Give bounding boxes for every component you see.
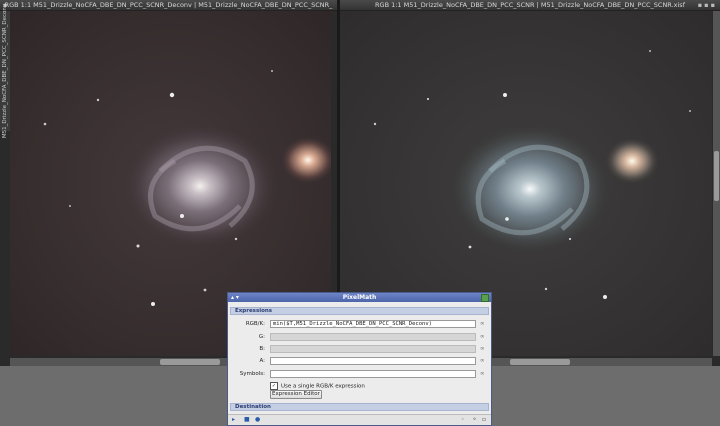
a-label: A: [259, 358, 265, 364]
b-label: B: [259, 346, 265, 352]
dialog-close-icon[interactable] [481, 294, 489, 302]
right-vertical-scrollbar[interactable] [713, 11, 720, 356]
left-window-title: RGB 1:1 M51_Drizzle_NoCFA_DBE_DN_PCC_SCN… [4, 1, 333, 9]
pixelmath-titlebar[interactable]: ▴ ▾ PixelMath [228, 293, 491, 302]
destination-section-header[interactable]: Destination [230, 403, 489, 411]
symbols-field[interactable] [270, 370, 476, 378]
symbols-row: Symbols: ∞ [228, 370, 491, 379]
new-instance-icon[interactable]: ▸ [232, 416, 235, 423]
right-window-title: RGB 1:1 M51_Drizzle_NoCFA_DBE_DN_PCC_SCN… [375, 1, 685, 9]
dialog-bottom-bar: ▸ ■ ● ◦ ⚬ ▫ [228, 414, 491, 425]
single-expression-check-icon[interactable]: ✓ [270, 382, 278, 390]
g-row: G: ∞ [228, 333, 491, 342]
g-expression-field[interactable] [270, 333, 476, 341]
right-window-titlebar[interactable]: RGB 1:1 M51_Drizzle_NoCFA_DBE_DN_PCC_SCN… [340, 0, 720, 11]
rgbk-edit-icon[interactable]: ∞ [480, 321, 485, 327]
single-expression-label: Use a single RGB/K expression [281, 383, 365, 390]
b-row: B: ∞ [228, 345, 491, 354]
apply-global-icon[interactable]: ● [255, 416, 260, 423]
symbols-label: Symbols: [239, 371, 265, 377]
expression-editor-button[interactable]: Expression Editor [270, 390, 322, 399]
reset-icon[interactable]: ◦ [461, 416, 465, 423]
single-expression-checkbox[interactable]: ✓ Use a single RGB/K expression [270, 382, 365, 390]
browse-docs-icon[interactable]: ⚬ [472, 416, 477, 423]
expressions-section-header[interactable]: Expressions [230, 307, 489, 315]
symbols-edit-icon[interactable]: ∞ [480, 371, 485, 377]
rgbk-label: RGB/K: [245, 321, 265, 327]
right-vertical-scroll-thumb[interactable] [714, 151, 719, 201]
left-horizontal-scroll-thumb[interactable] [160, 359, 220, 365]
track-view-icon[interactable]: ▫ [482, 416, 486, 423]
expressions-section-label: Expressions [235, 308, 273, 314]
left-window-titlebar[interactable]: ▪ RGB 1:1 M51_Drizzle_NoCFA_DBE_DN_PCC_S… [0, 0, 337, 11]
rgbk-row: RGB/K: min($T,M51_Drizzle_NoCFA_DBE_DN_P… [228, 320, 491, 329]
pixelmath-title: PixelMath [342, 294, 377, 301]
g-edit-icon[interactable]: ∞ [480, 334, 485, 340]
right-horizontal-scroll-thumb[interactable] [510, 359, 570, 365]
b-edit-icon[interactable]: ∞ [480, 346, 485, 352]
destination-section-label: Destination [235, 404, 271, 410]
dialog-menu-icon[interactable]: ▴ ▾ [231, 293, 239, 302]
g-label: G: [258, 334, 265, 340]
apply-icon[interactable]: ■ [244, 416, 250, 423]
window-controls-icon[interactable]: ▪▪▪ [698, 0, 717, 10]
rgbk-expression-field[interactable]: min($T,M51_Drizzle_NoCFA_DBE_DN_PCC_SCNR… [270, 320, 476, 328]
b-expression-field[interactable] [270, 345, 476, 353]
pixelmath-dialog[interactable]: ▴ ▾ PixelMath Expressions RGB/K: min($T,… [227, 292, 492, 426]
left-view-side-tab-label: M51_Drizzle_NoCFA_DBE_DN_PCC_SCNR_Deconv [2, 3, 8, 139]
a-edit-icon[interactable]: ∞ [480, 358, 485, 364]
a-expression-field[interactable] [270, 357, 476, 365]
a-row: A: ∞ [228, 357, 491, 366]
